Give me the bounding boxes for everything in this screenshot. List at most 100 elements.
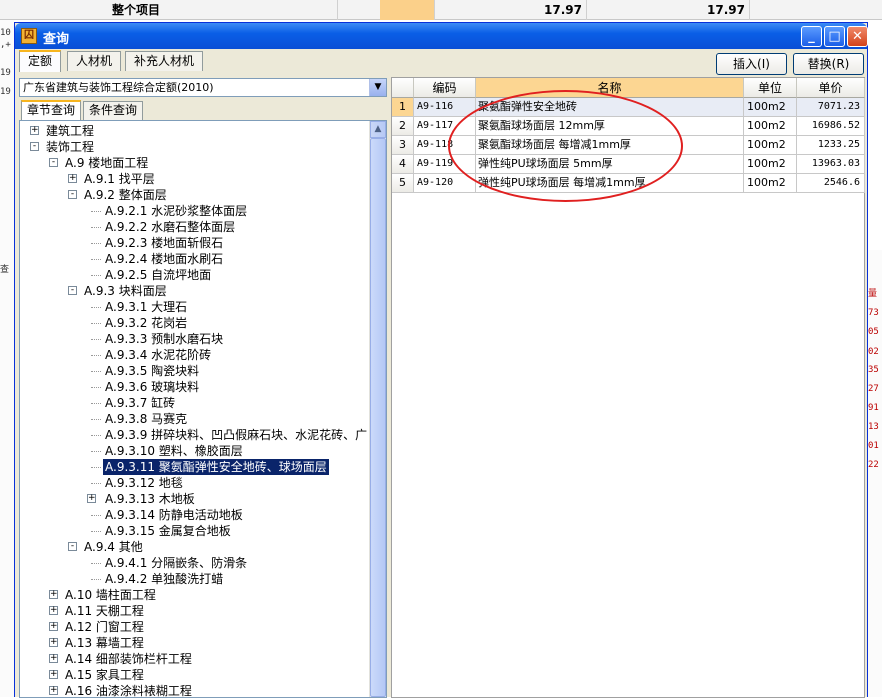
table-cell-unit[interactable]: 100m2 (744, 155, 797, 174)
tree-node[interactable]: - A.9.2 整体面层 (20, 187, 368, 203)
expand-icon[interactable]: + (49, 622, 58, 631)
tree-node[interactable]: A.9.3.6 玻璃块料 (20, 379, 368, 395)
tree-node[interactable]: A.9.3.10 塑料、橡胶面层 (20, 443, 368, 459)
table-cell-price[interactable]: 7071.23 (797, 98, 865, 117)
tree-node-label: A.9.2.5 自流坪地面 (105, 268, 212, 282)
tree-node-label: A.9.3.5 陶瓷块料 (105, 364, 200, 378)
bg-right-fragment: 22 (868, 460, 879, 470)
tree-node[interactable]: + A.11 天棚工程 (20, 603, 368, 619)
tree-scrollbar[interactable]: ▲ (369, 121, 386, 697)
tree-node[interactable]: A.9.3.8 马赛克 (20, 411, 368, 427)
table-cell-no[interactable]: 2 (392, 117, 414, 136)
tree-node[interactable]: A.9.3.3 预制水磨石块 (20, 331, 368, 347)
table-cell-no[interactable]: 5 (392, 174, 414, 193)
table-cell-price[interactable]: 13963.03 (797, 155, 865, 174)
bg-right-fragment: 35 (868, 365, 879, 375)
bg-left-fragment: 19 (0, 87, 11, 97)
tree-node[interactable]: A.9.3.9 拼碎块料、凹凸假麻石块、水泥花砖、广 (20, 427, 368, 443)
table-cell-price[interactable]: 2546.6 (797, 174, 865, 193)
tree-node[interactable]: A.9.3.11 聚氨酯弹性安全地砖、球场面层 (20, 459, 368, 475)
table-cell-unit[interactable]: 100m2 (744, 174, 797, 193)
collapse-icon[interactable]: - (30, 142, 39, 151)
minimize-button[interactable]: _ (801, 26, 822, 47)
background-sheet-right: 量 73 05 02 35 27 91 13 01 22 (866, 250, 882, 697)
tree-connector (91, 339, 101, 340)
tree-node[interactable]: A.9.3.7 缸砖 (20, 395, 368, 411)
tree-node[interactable]: A.9.3.2 花岗岩 (20, 315, 368, 331)
tree-node[interactable]: A.9.2.3 楼地面斩假石 (20, 235, 368, 251)
expand-icon[interactable]: + (30, 126, 39, 135)
tree-node[interactable]: + A.16 油漆涂料裱糊工程 (20, 683, 368, 698)
table-cell-unit[interactable]: 100m2 (744, 136, 797, 155)
maximize-button[interactable]: □ (824, 26, 845, 47)
table-cell-no[interactable]: 3 (392, 136, 414, 155)
tree-node[interactable]: A.9.2.5 自流坪地面 (20, 267, 368, 283)
expand-icon[interactable]: + (49, 686, 58, 695)
tree-node[interactable]: A.9.2.2 水磨石整体面层 (20, 219, 368, 235)
tree-node[interactable]: A.9.2.4 楼地面水刷石 (20, 251, 368, 267)
tree-node[interactable]: A.9.3.1 大理石 (20, 299, 368, 315)
expand-icon[interactable]: + (87, 494, 96, 503)
tree-node-label: A.15 家具工程 (65, 668, 144, 682)
header-unit[interactable]: 单位 (744, 78, 797, 98)
tree-connector (91, 371, 101, 372)
collapse-icon[interactable]: - (68, 190, 77, 199)
tree-node[interactable]: + A.9.1 找平层 (20, 171, 368, 187)
table-cell-no[interactable]: 4 (392, 155, 414, 174)
tree-node[interactable]: A.9.3.5 陶瓷块料 (20, 363, 368, 379)
table-cell-unit[interactable]: 100m2 (744, 117, 797, 136)
tree-node[interactable]: A.9.3.12 地毯 (20, 475, 368, 491)
tree-node[interactable]: + A.12 门窗工程 (20, 619, 368, 635)
tree-node[interactable]: + A.9.3.13 木地板 (20, 491, 368, 507)
expand-icon[interactable]: + (49, 638, 58, 647)
tree-node[interactable]: A.9.3.14 防静电活动地板 (20, 507, 368, 523)
table-cell-unit[interactable]: 100m2 (744, 98, 797, 117)
table-cell-price[interactable]: 1233.25 (797, 136, 865, 155)
tree-node[interactable]: + A.13 幕墙工程 (20, 635, 368, 651)
close-button[interactable]: ✕ (847, 26, 868, 47)
tree-node[interactable]: + A.10 墙柱面工程 (20, 587, 368, 603)
expand-icon[interactable]: + (49, 670, 58, 679)
collapse-icon[interactable]: - (68, 542, 77, 551)
tree-node[interactable]: - A.9 楼地面工程 (20, 155, 368, 171)
scrollbar-thumb[interactable] (370, 138, 386, 697)
expand-icon[interactable]: + (49, 590, 58, 599)
tree-node-label: A.9.4.1 分隔嵌条、防滑条 (105, 556, 248, 570)
tree-node-label: A.9.4 其他 (84, 540, 143, 554)
expand-icon[interactable]: + (49, 654, 58, 663)
tree-node[interactable]: A.9.3.4 水泥花阶砖 (20, 347, 368, 363)
tree-node[interactable]: A.9.2.1 水泥砂浆整体面层 (20, 203, 368, 219)
tree-node[interactable]: + 建筑工程 (20, 123, 368, 139)
chevron-down-icon[interactable]: ▼ (369, 79, 386, 96)
tab-supplement-lmm[interactable]: 补充人材机 (125, 51, 204, 71)
table-cell-price[interactable]: 16986.52 (797, 117, 865, 136)
header-code[interactable]: 编码 (414, 78, 476, 98)
tab-condition-query[interactable]: 条件查询 (83, 101, 144, 120)
expand-icon[interactable]: + (68, 174, 77, 183)
tree-node-label: A.9.2.2 水磨石整体面层 (105, 220, 236, 234)
tree-node[interactable]: A.9.4.2 单独酸洗打蜡 (20, 571, 368, 587)
tree-node[interactable]: + A.15 家具工程 (20, 667, 368, 683)
expand-icon[interactable]: + (49, 606, 58, 615)
tree-node[interactable]: - 装饰工程 (20, 139, 368, 155)
header-price[interactable]: 单价 (797, 78, 865, 98)
tree-node[interactable]: - A.9.4 其他 (20, 539, 368, 555)
scroll-up-icon[interactable]: ▲ (370, 121, 386, 138)
collapse-icon[interactable]: - (68, 286, 77, 295)
tree-node[interactable]: + A.14 细部装饰栏杆工程 (20, 651, 368, 667)
table-cell-no[interactable]: 1 (392, 98, 414, 117)
insert-button[interactable]: 插入(I) (716, 53, 787, 75)
tab-chapter-query[interactable]: 章节查询 (21, 100, 82, 120)
chapter-tree[interactable]: ▲ + 建筑工程 - 装饰工程 - A.9 楼地面工程 + A.9.1 找平层 - A.9.2 整… (19, 120, 387, 698)
tab-quota[interactable]: 定额 (19, 50, 62, 72)
tree-node[interactable]: - A.9.3 块料面层 (20, 283, 368, 299)
bg-left-fragment: 19 (0, 68, 11, 78)
quota-library-select[interactable]: 广东省建筑与装饰工程综合定额(2010) ▼ (19, 78, 387, 97)
replace-button[interactable]: 替换(R) (793, 53, 864, 75)
title-bar[interactable]: 囚 查询 _ □ ✕ (15, 23, 868, 49)
tree-node[interactable]: A.9.3.15 金属复合地板 (20, 523, 368, 539)
collapse-icon[interactable]: - (49, 158, 58, 167)
tab-labor-material-machine[interactable]: 人材机 (67, 51, 122, 71)
tree-node-label: A.16 油漆涂料裱糊工程 (65, 684, 192, 698)
tree-node[interactable]: A.9.4.1 分隔嵌条、防滑条 (20, 555, 368, 571)
